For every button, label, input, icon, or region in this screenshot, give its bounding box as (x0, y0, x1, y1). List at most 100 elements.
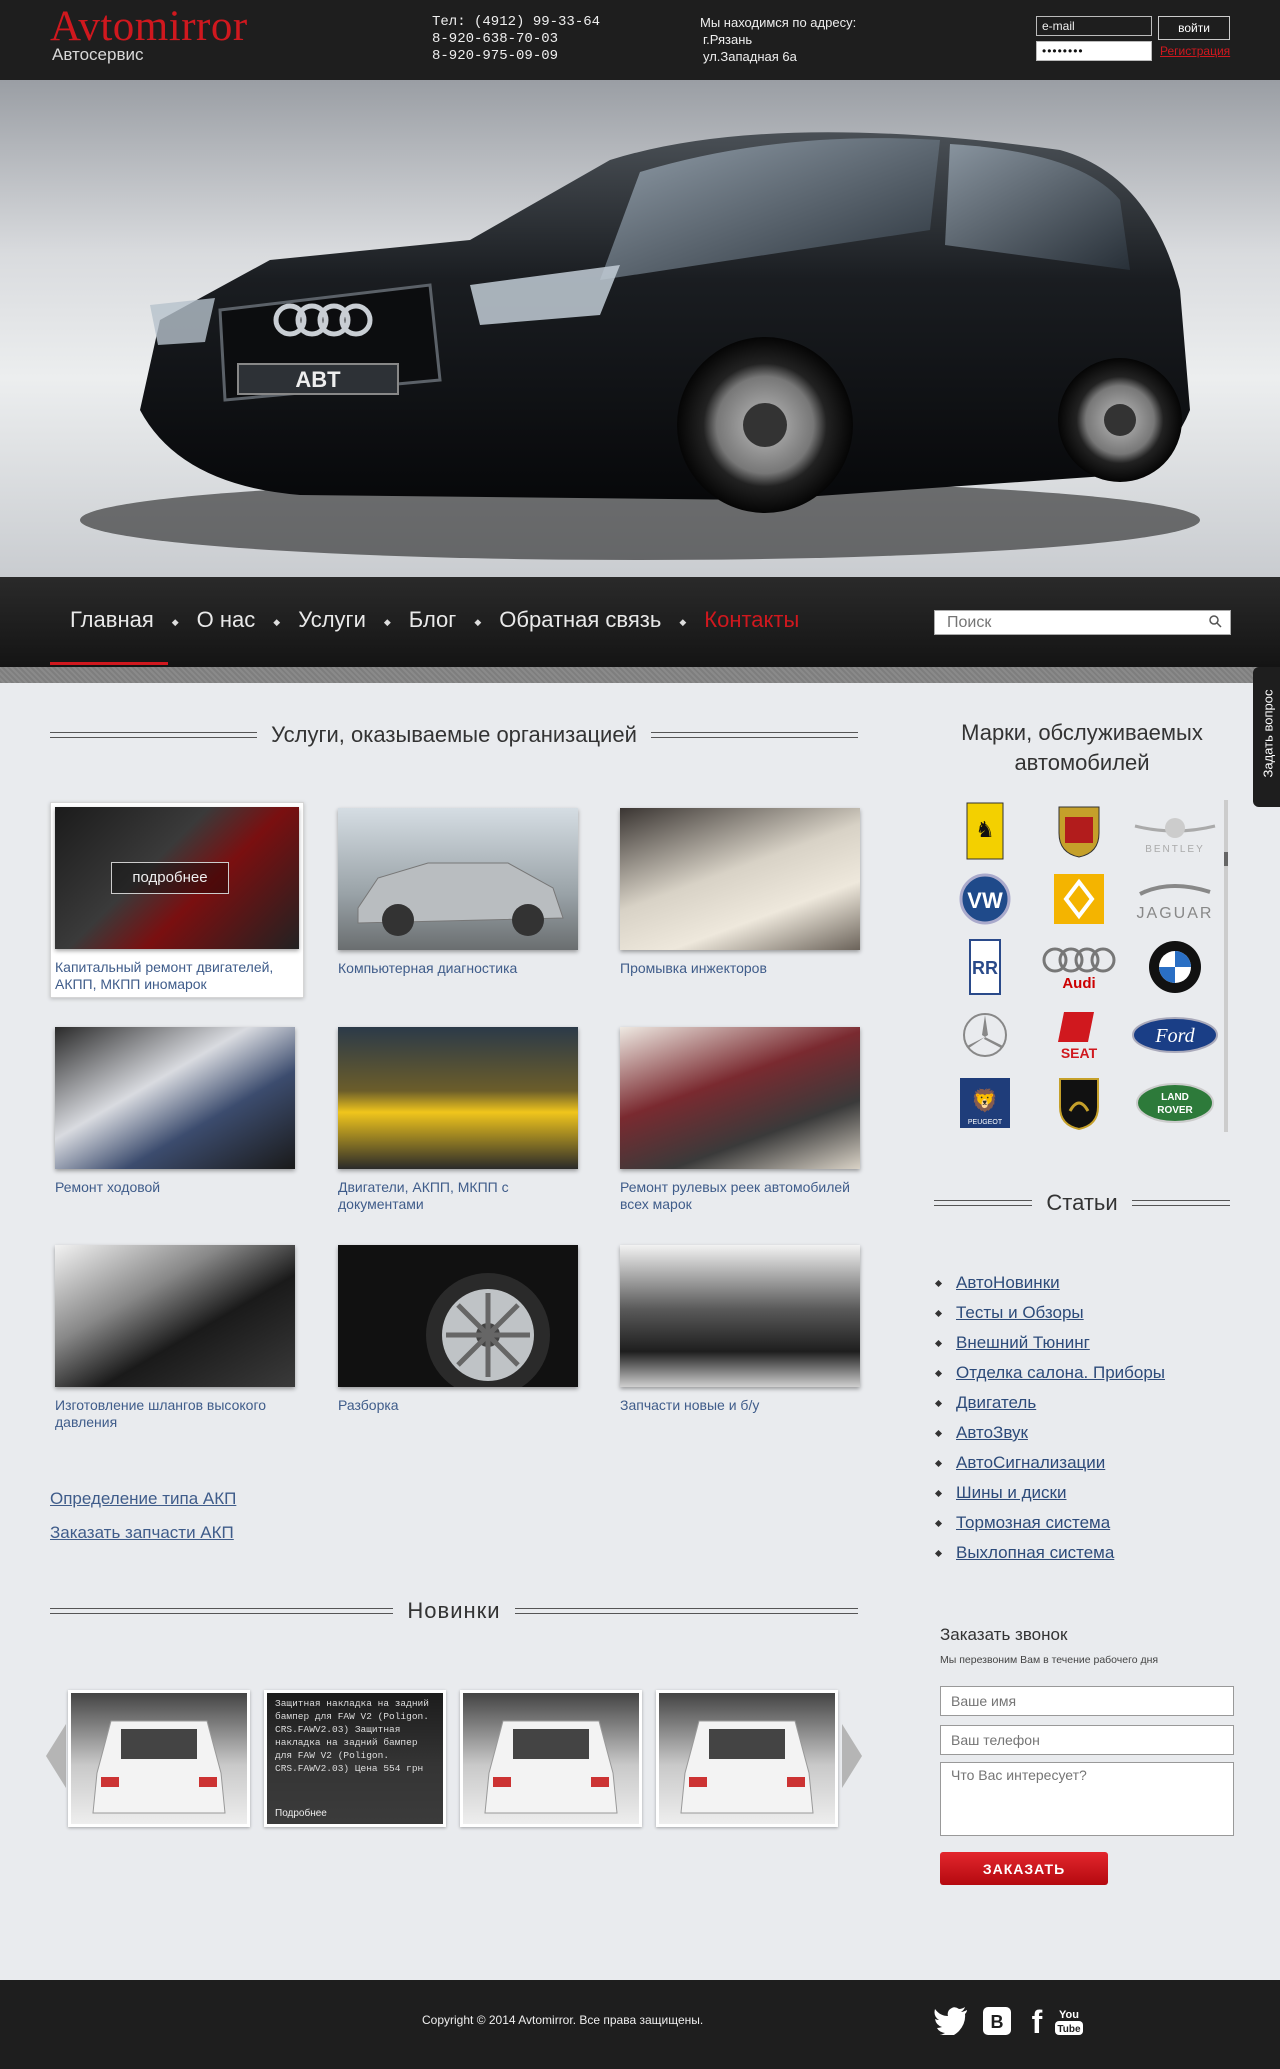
nav-services[interactable]: Услуги (284, 577, 380, 667)
svg-text:f: f (1032, 2005, 1043, 2037)
article-link[interactable]: АвтоНовинки (934, 1268, 1165, 1298)
svg-text:🦁: 🦁 (971, 1088, 998, 1113)
article-link[interactable]: Тесты и Обзоры (934, 1298, 1165, 1328)
brands-scrollbar[interactable] (1224, 800, 1228, 1132)
service-caption[interactable]: Изготовление шлангов высокого давления (55, 1397, 295, 1431)
brand-audi-logo[interactable]: Audi (1034, 936, 1124, 998)
brands-title: Марки, обслуживаемых автомобилей (961, 720, 1203, 775)
brand-land-rover-logo[interactable]: LAND ROVER (1130, 1072, 1220, 1134)
service-caption[interactable]: Ремонт ходовой (55, 1179, 295, 1196)
service-image[interactable] (620, 808, 860, 950)
message-field[interactable] (940, 1762, 1234, 1836)
more-button[interactable]: подробнее (111, 862, 229, 894)
article-link[interactable]: Выхлопная система (934, 1538, 1165, 1568)
copyright-text: Copyright © 2014 Avtomirror. Все права з… (422, 2013, 704, 2027)
nav-separator: ◆ (679, 616, 687, 627)
nav-feedback[interactable]: Обратная связь (485, 577, 675, 667)
service-caption[interactable]: Запчасти новые и б/у (620, 1397, 860, 1414)
search-box (934, 610, 1231, 635)
service-image[interactable] (338, 1027, 578, 1169)
service-card[interactable]: Двигатели, АКПП, МКПП с документами (338, 1027, 578, 1213)
article-link[interactable]: Внешний Тюнинг (934, 1328, 1165, 1358)
article-link[interactable]: Отделка салона. Приборы (934, 1358, 1165, 1388)
name-field[interactable] (940, 1686, 1234, 1716)
brand-bmw-logo[interactable] (1130, 936, 1220, 998)
service-caption[interactable]: Двигатели, АКПП, МКПП с документами (338, 1179, 578, 1213)
brand-bentley-logo[interactable]: BENTLEY (1130, 800, 1220, 862)
service-card[interactable]: Компьютерная диагностика (338, 808, 578, 977)
service-image[interactable] (338, 808, 578, 950)
address-block: Мы находимся по адресу: г.Рязань ул.Запа… (700, 14, 856, 65)
login-button[interactable]: войти (1158, 16, 1230, 40)
service-card[interactable]: Изготовление шлангов высокого давления (55, 1245, 295, 1431)
service-caption[interactable]: Капитальный ремонт двигателей, АКПП, МКП… (55, 959, 299, 993)
article-link[interactable]: Тормозная система (934, 1508, 1165, 1538)
brand-porsche-logo[interactable] (1034, 800, 1124, 862)
carousel-next-arrow[interactable] (842, 1724, 862, 1788)
article-link[interactable]: Шины и диски (934, 1478, 1165, 1508)
service-image[interactable]: подробнее (55, 807, 299, 949)
articles-heading: Статьи (934, 1190, 1231, 1216)
novinka-item[interactable] (460, 1690, 642, 1827)
service-image[interactable] (620, 1027, 860, 1169)
brand-renault-logo[interactable] (1034, 868, 1124, 930)
service-card[interactable]: Промывка инжекторов (620, 808, 860, 977)
vkontakte-icon[interactable]: B (978, 2002, 1016, 2040)
brand-mercedes-logo[interactable] (940, 1004, 1030, 1066)
service-caption[interactable]: Компьютерная диагностика (338, 960, 578, 977)
nav-separator: ◆ (273, 616, 281, 627)
svg-text:LAND: LAND (1161, 1092, 1189, 1103)
service-image[interactable] (620, 1245, 860, 1387)
nav-separator: ◆ (383, 616, 391, 627)
site-logo[interactable]: Avtomirror (50, 2, 248, 51)
search-icon[interactable] (1208, 614, 1222, 628)
search-input[interactable] (935, 611, 1195, 634)
order-akp-parts-link[interactable]: Заказать запчасти АКП (50, 1523, 234, 1543)
password-field[interactable] (1036, 41, 1152, 61)
service-caption[interactable]: Ремонт рулевых реек автомобилей всех мар… (620, 1179, 860, 1213)
service-card[interactable]: Ремонт ходовой (55, 1027, 295, 1196)
order-call-button[interactable]: ЗАКАЗАТЬ (940, 1852, 1108, 1885)
brand-jaguar-logo[interactable]: JAGUAR (1130, 868, 1220, 930)
akp-type-link[interactable]: Определение типа АКП (50, 1489, 236, 1509)
brand-ford-logo[interactable]: Ford (1130, 1004, 1220, 1066)
brand-seat-logo[interactable]: SEAT (1034, 1004, 1124, 1066)
twitter-icon[interactable] (932, 2002, 970, 2040)
phone-field[interactable] (940, 1725, 1234, 1755)
brand-ferrari-logo[interactable]: ♞ (940, 800, 1030, 862)
novinka-item-hover[interactable]: Защитная накладка на задний бампер для F… (264, 1690, 446, 1827)
novinka-more-link[interactable]: Подробнее (275, 1807, 327, 1820)
service-image[interactable] (55, 1027, 295, 1169)
phone-main: Тел: (4912) 99-33-64 (432, 14, 601, 30)
service-card[interactable]: Разборка (338, 1245, 578, 1414)
service-caption[interactable]: Промывка инжекторов (620, 960, 860, 977)
novinka-item[interactable] (68, 1690, 250, 1827)
nav-home[interactable]: Главная (50, 577, 168, 667)
brand-lamborghini-logo[interactable] (1034, 1072, 1124, 1134)
ask-question-tab[interactable]: Задать вопрос (1253, 667, 1280, 807)
service-card[interactable]: Ремонт рулевых реек автомобилей всех мар… (620, 1027, 860, 1213)
nav-about[interactable]: О нас (183, 577, 270, 667)
service-card[interactable]: подробнее Капитальный ремонт двигателей,… (50, 802, 304, 998)
nav-contacts[interactable]: Контакты (690, 577, 813, 667)
service-image[interactable] (338, 1245, 578, 1387)
nav-blog[interactable]: Блог (395, 577, 471, 667)
service-image[interactable] (55, 1245, 295, 1387)
address-street: ул.Западная 6а (703, 49, 797, 64)
novinka-overlay: Защитная накладка на задний бампер для F… (267, 1693, 443, 1824)
hero-banner: ABT (0, 80, 1280, 577)
brand-rolls-royce-logo[interactable]: RR (940, 936, 1030, 998)
article-link[interactable]: АвтоСигнализации (934, 1448, 1165, 1478)
carousel-prev-arrow[interactable] (46, 1724, 66, 1788)
youtube-icon[interactable]: You Tube (1050, 2002, 1088, 2040)
novinka-item[interactable] (656, 1690, 838, 1827)
brand-peugeot-logo[interactable]: 🦁 PEUGEOT (940, 1072, 1030, 1134)
email-field[interactable] (1036, 16, 1152, 36)
article-link[interactable]: Двигатель (934, 1388, 1165, 1418)
register-link[interactable]: Регистрация (1160, 44, 1230, 58)
service-card[interactable]: Запчасти новые и б/у (620, 1245, 860, 1414)
svg-text:RR: RR (972, 958, 998, 978)
service-caption[interactable]: Разборка (338, 1397, 578, 1414)
article-link[interactable]: АвтоЗвук (934, 1418, 1165, 1448)
brand-volkswagen-logo[interactable]: VW (940, 868, 1030, 930)
